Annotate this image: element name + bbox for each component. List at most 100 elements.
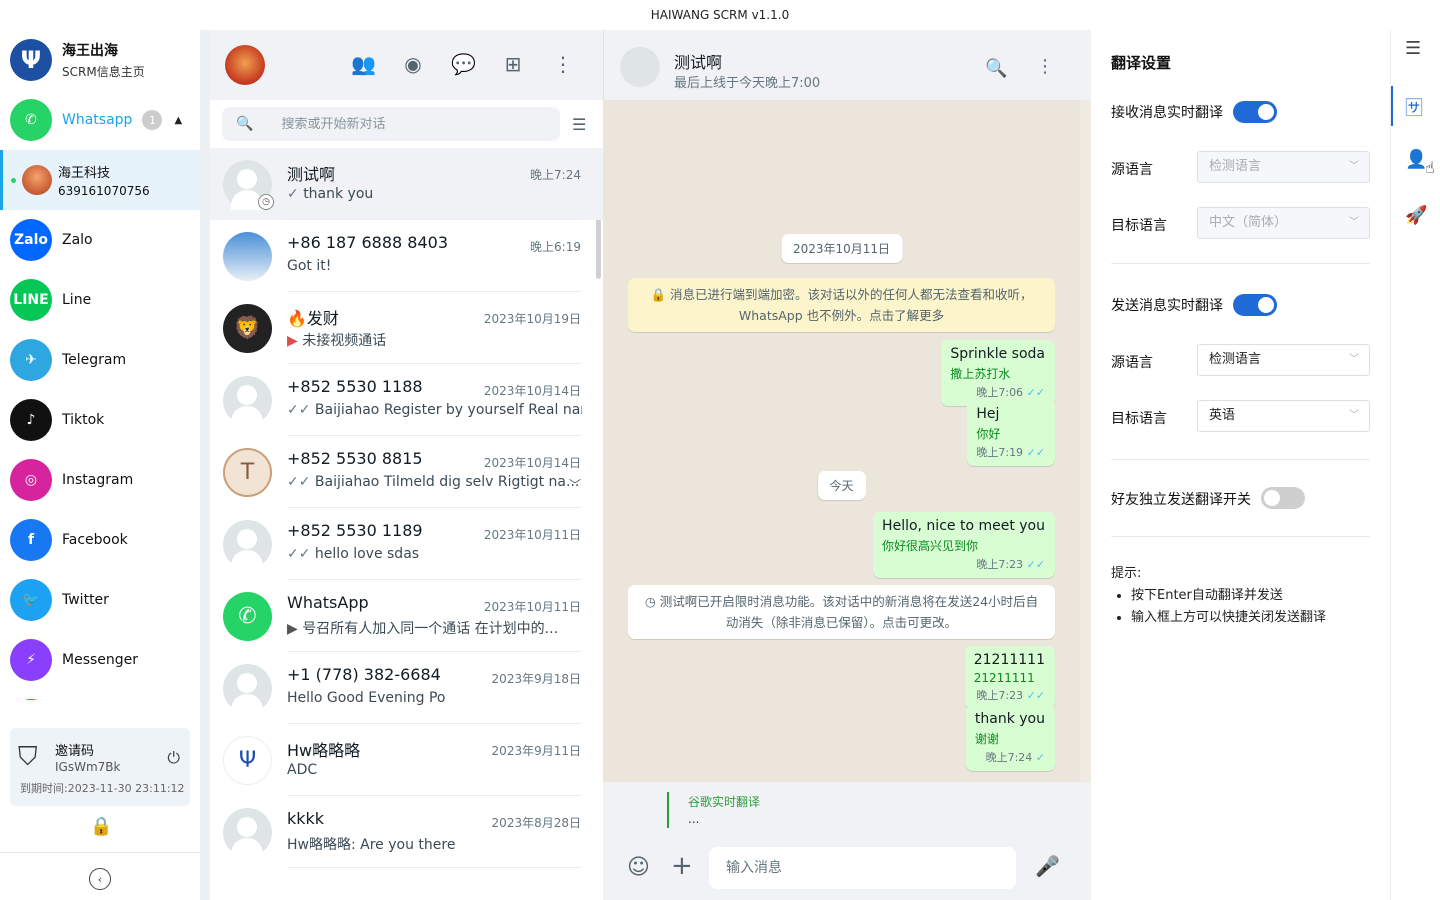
chat-list-item[interactable]: kkkk 2023年8月28日 Hw略略略: Are you there <box>210 796 603 868</box>
chat-list-item[interactable]: T +852 5530 8815 2023年10月14日 ✓✓ Baijiahao T… <box>210 436 603 508</box>
indent-menu-icon[interactable]: ☰ <box>1405 38 1421 59</box>
nav-item-zalo[interactable]: Zalo Zalo <box>0 210 200 270</box>
chat-time: 2023年10月14日 <box>483 456 581 470</box>
translate-icon[interactable]: 🈂 <box>1405 94 1423 120</box>
divider <box>1111 263 1370 264</box>
menu-icon[interactable]: ⋮ <box>551 52 575 76</box>
message-time: 晚上7:06 <box>976 386 1024 399</box>
active-indicator <box>1391 86 1393 126</box>
nav-item-whatsapp[interactable]: ✆ Whatsapp 1 ▲ <box>0 90 200 150</box>
chat-time: 2023年10月14日 <box>483 384 581 398</box>
message-text: Sprinkle soda <box>950 346 1045 362</box>
nav-item-telegram[interactable]: ✈ Telegram <box>0 330 200 390</box>
unread-badge: 1 <box>142 110 163 130</box>
friend-translate-toggle[interactable] <box>1261 487 1305 509</box>
nav-item-messenger[interactable]: ⚡ Messenger <box>0 630 200 690</box>
disappearing-messages-notice[interactable]: ◷ 测试啊已开启限时消息功能。该对话中的新消息将在发送24小时后自动消失（除非消… <box>628 585 1055 639</box>
receive-source-select[interactable]: 检测语言 ﹀ <box>1197 151 1370 183</box>
chat-avatar <box>223 375 272 426</box>
chat-time: 晚上6:19 <box>530 240 581 254</box>
chat-name: +852 5530 1189 <box>287 521 423 540</box>
chevron-down-icon: ﹀ <box>1349 161 1359 172</box>
outgoing-message[interactable]: thank you 谢谢 晚上7:24 ✓ <box>965 705 1055 771</box>
chat-name: +852 5530 8815 <box>287 449 423 468</box>
status-icon[interactable]: ◉ <box>401 52 425 76</box>
send-translate-toggle[interactable] <box>1233 294 1277 316</box>
translation-preview: 谷歌实时翻译 ... <box>603 782 1091 838</box>
chat-name: Hw略略略 <box>287 741 361 760</box>
communities-icon[interactable]: 👥 <box>351 52 376 76</box>
chat-list-item[interactable]: +1 (778) 382-6684 2023年9月18日 Hello Good E… <box>210 652 603 724</box>
message-text: thank you <box>974 711 1045 727</box>
search-input[interactable] <box>281 116 532 132</box>
chat-last-message: ADC <box>287 762 582 778</box>
brand-home[interactable]: Ψ 海王出海 SCRM信息主页 <box>0 30 200 90</box>
chat-avatar <box>223 807 272 858</box>
lock-icon[interactable]: 🔒 <box>90 816 112 837</box>
outgoing-message[interactable]: 21211111 21211111 晚上7:23 ✓✓ <box>964 646 1055 709</box>
chat-last-message: ▶ 未接视频通话 <box>287 330 582 350</box>
mouse-cursor-icon: ☝ <box>1425 158 1435 177</box>
nav-item-instagram[interactable]: ◎ Instagram <box>0 450 200 510</box>
chat-avatar <box>223 663 272 714</box>
chevron-down-icon[interactable]: ﹀ <box>569 476 581 493</box>
message-preview: hello love sdas <box>314 546 420 562</box>
chat-name: +852 5530 1188 <box>287 377 423 396</box>
chat-list-item[interactable]: ◷ 测试啊 晚上7:24 ✓ thank you <box>210 148 603 220</box>
chat-list-item[interactable]: ✆ WhatsApp 2023年10月11日 ▶ 号召所有人加入同一个通话 在计划中的… <box>210 580 603 652</box>
contact-avatar[interactable] <box>620 47 660 87</box>
attach-icon[interactable]: + <box>671 851 693 881</box>
receive-target-select[interactable]: 中文（简体） ﹀ <box>1197 207 1370 239</box>
chat-avatar <box>223 519 272 570</box>
nav-item-facebook[interactable]: f Facebook <box>0 510 200 570</box>
encryption-notice[interactable]: 🔒 消息已进行端到端加密。该对话以外的任何人都无法查看和收听，WhatsApp … <box>628 278 1055 332</box>
channels-icon[interactable]: 💬 <box>451 52 476 76</box>
new-chat-icon[interactable]: ⊞ <box>501 52 525 76</box>
date-chip-today: 今天 <box>817 471 866 500</box>
online-status-icon <box>11 177 16 183</box>
chat-list: ◷ 测试啊 晚上7:24 ✓ thank you +86 187 6888 8403 晚上… <box>210 148 603 900</box>
outgoing-message[interactable]: Hej 你好 晚上7:19 ✓✓ <box>967 400 1055 466</box>
power-icon[interactable]: ⏻ <box>167 748 180 768</box>
receive-translate-toggle[interactable] <box>1233 101 1277 123</box>
chevron-up-icon[interactable]: ▲ <box>174 115 182 126</box>
whatsapp-account[interactable]: 海王科技 639161070756 <box>0 150 200 210</box>
menu-icon[interactable]: ⋮ <box>1036 56 1054 77</box>
filter-icon[interactable]: ☰ <box>572 115 586 134</box>
chat-name: +1 (778) 382-6684 <box>287 665 441 684</box>
outgoing-message[interactable]: Hello, nice to meet you 你好很高兴见到你 晚上7:23 ✓✓ <box>873 512 1055 578</box>
nav-item-line[interactable]: LINE Line <box>0 270 200 330</box>
message-time: 晚上7:23 <box>976 689 1024 702</box>
message-translation: 你好 <box>976 427 1001 441</box>
date-chip: 2023年10月11日 <box>780 234 903 263</box>
collapse-sidebar-icon[interactable]: ‹ <box>89 868 111 890</box>
chat-list-item[interactable]: 🦁 🔥发财 2023年10月19日 ▶ 未接视频通话 <box>210 292 603 364</box>
send-target-value: 英语 <box>1209 408 1236 423</box>
rocket-icon[interactable]: 🚀 <box>1405 205 1427 226</box>
search-box: 🔍 <box>222 107 560 141</box>
nav-label: Twitter <box>62 592 109 608</box>
chat-time: 2023年10月11日 <box>483 528 581 542</box>
chat-list-item[interactable]: +852 5530 1189 2023年10月11日 ✓✓ hello love s… <box>210 508 603 580</box>
search-icon[interactable]: 🔍 <box>985 58 1007 79</box>
whatsapp-icon: ✆ <box>10 99 52 141</box>
chat-avatar: ◷ <box>223 159 274 210</box>
nav-item-tiktok[interactable]: ♪ Tiktok <box>0 390 200 450</box>
message-input[interactable] <box>709 847 1016 889</box>
nav-item-twitter[interactable]: 🐦 Twitter <box>0 570 200 630</box>
chat-last-message: ✓✓ hello love sdas <box>287 546 582 562</box>
chat-list-item[interactable]: +852 5530 1188 2023年10月14日 ✓✓ Baijiahao Re… <box>210 364 603 436</box>
receive-target-value: 中文（简体） <box>1209 215 1288 230</box>
nav-item-自定义web[interactable]: ◉自定义Web <box>0 690 200 700</box>
outgoing-message[interactable]: Sprinkle soda 撒上苏打水 晚上7:06 ✓✓ <box>941 340 1055 406</box>
my-avatar[interactable] <box>225 45 265 85</box>
emoji-icon[interactable]: ☺ <box>627 855 650 880</box>
microphone-icon[interactable]: 🎤 <box>1035 854 1060 878</box>
message-preview: Got it! <box>287 258 332 274</box>
chat-list-item[interactable]: Ψ Hw略略略 2023年9月11日 ADC <box>210 724 603 796</box>
chat-list-item[interactable]: +86 187 6888 8403 晚上6:19 Got it! <box>210 220 603 292</box>
conversation-header[interactable]: 测试啊 最后上线于今天晚上7:00 🔍 ⋮ <box>603 30 1091 100</box>
message-text: Hello, nice to meet you <box>882 518 1045 534</box>
send-source-select[interactable]: 检测语言 ﹀ <box>1197 344 1370 376</box>
send-target-select[interactable]: 英语 ﹀ <box>1197 400 1370 432</box>
